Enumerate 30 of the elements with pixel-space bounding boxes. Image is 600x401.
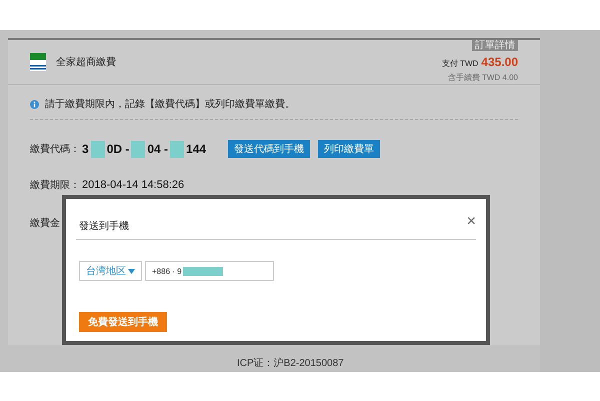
footer-text: ICP证：沪B2-20150087 xyxy=(237,356,344,370)
notice-text: 請于繳費期限內，記錄【繳費代碼】或列印繳費單繳費。 xyxy=(45,98,295,111)
redaction-block xyxy=(182,266,223,276)
pay-label: 支付 TWD xyxy=(442,58,478,69)
send-code-button[interactable]: 發送代碼到手機 xyxy=(228,140,310,158)
close-button[interactable]: × xyxy=(466,215,476,229)
pay-amount: 435.00 xyxy=(481,55,518,69)
dialog-title: 發送到手機 xyxy=(79,220,129,233)
phone-field[interactable]: +886 · 9 xyxy=(145,261,274,281)
code-text: +886 · 9 xyxy=(152,266,182,276)
info-icon xyxy=(30,100,39,108)
code-text: 04 - xyxy=(147,142,168,156)
redaction-block xyxy=(131,140,146,158)
code-text: 3 xyxy=(82,142,89,156)
deadline-value: 2018-04-14 14:58:26 xyxy=(82,179,184,191)
code-text: 144 xyxy=(186,142,206,156)
redaction-block xyxy=(170,140,184,158)
store-name: 全家超商繳費 xyxy=(56,56,116,69)
deadline-label: 繳費期限： xyxy=(30,178,81,192)
store-logo-icon xyxy=(30,53,46,71)
code-text: 0D - xyxy=(106,142,130,156)
fee-note: 含手續費 TWD 4.00 xyxy=(448,72,518,83)
redaction-block xyxy=(90,140,105,158)
send-button[interactable]: 免費發送到手機 xyxy=(79,312,167,332)
order-details-tag[interactable]: 訂單詳情 xyxy=(472,40,518,51)
amount-label: 繳費金 xyxy=(30,216,60,230)
caret-icon xyxy=(128,268,135,274)
code-label: 繳費代碼： xyxy=(30,142,81,156)
region-select[interactable]: 台湾地区 xyxy=(79,261,142,281)
print-button[interactable]: 列印繳費單 xyxy=(318,140,380,158)
